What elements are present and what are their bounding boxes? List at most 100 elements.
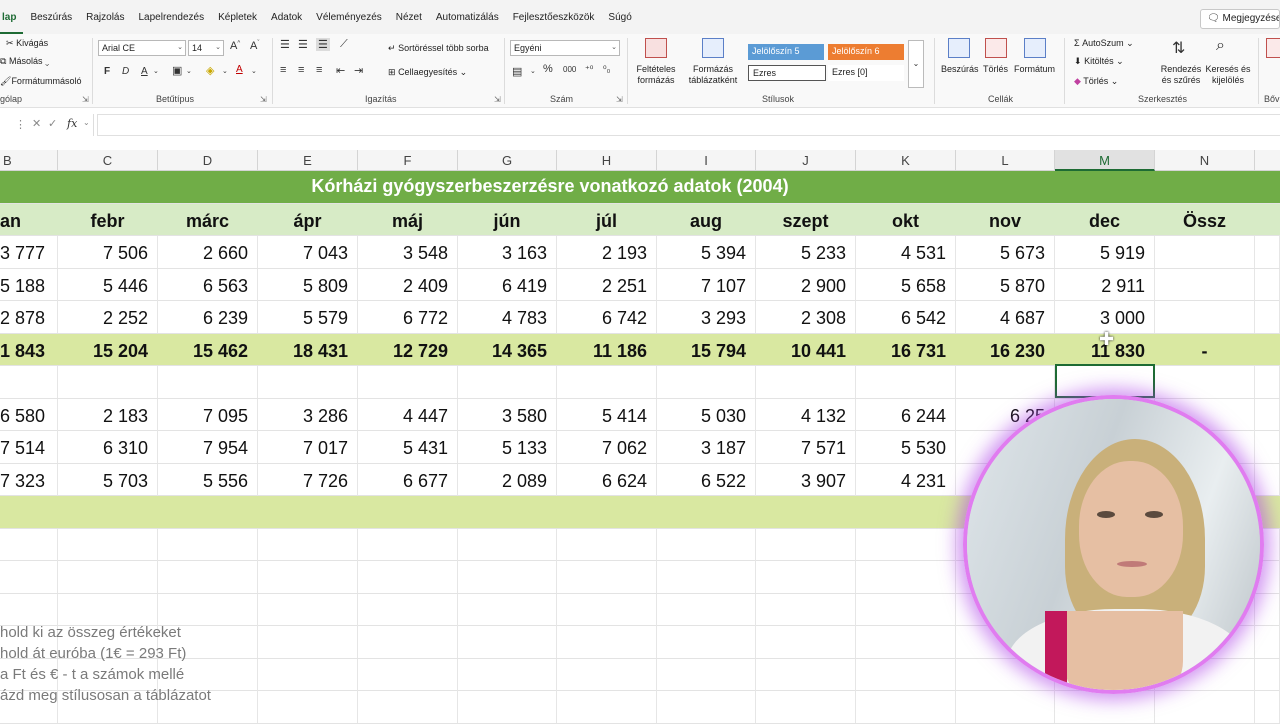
cell[interactable]	[956, 691, 1055, 723]
cell[interactable]	[657, 626, 756, 658]
data-cell[interactable]: 2 660	[158, 236, 258, 268]
align-center-icon[interactable]: ≡	[298, 64, 304, 76]
column-header-h[interactable]: H	[557, 150, 657, 171]
delete-cells-button[interactable]: Törlés	[983, 64, 1008, 74]
data-cell[interactable]: 2 911	[1055, 268, 1155, 301]
alignment-launcher-icon[interactable]: ⇲	[494, 95, 501, 104]
cell[interactable]	[1155, 236, 1255, 268]
align-bottom-icon[interactable]: ☰	[316, 38, 330, 51]
tab-automate[interactable]: Automatizálás	[429, 0, 506, 34]
chevron-down-icon[interactable]: ⌄	[186, 67, 192, 75]
chevron-down-icon[interactable]: ⌄	[222, 67, 228, 75]
data-cell[interactable]: 5 673	[956, 236, 1055, 268]
data-cell[interactable]: 5 431	[358, 431, 458, 463]
data-cell[interactable]: 3 187	[657, 431, 756, 463]
cell[interactable]	[1155, 268, 1255, 301]
styles-more-icon[interactable]: ⌄	[908, 40, 924, 88]
data-cell[interactable]: 7 506	[58, 236, 158, 268]
data-cell[interactable]: 2 183	[58, 398, 158, 431]
insert-cells-button[interactable]: Beszúrás	[941, 64, 979, 74]
sum-cell[interactable]: 14 365	[458, 334, 557, 366]
data-cell[interactable]: 3 293	[657, 301, 756, 333]
month-header-cell[interactable]: szept	[756, 204, 856, 236]
cell[interactable]	[458, 528, 557, 561]
cell-style-accent6[interactable]: Jelölőszín 6	[828, 44, 904, 60]
data-cell[interactable]: 5 809	[258, 268, 358, 301]
wrap-text-button[interactable]: ↵ Sortöréssel több sorba	[388, 43, 489, 54]
column-header-l[interactable]: L	[956, 150, 1055, 171]
data-cell[interactable]: 2 878	[0, 301, 58, 333]
cell[interactable]	[158, 561, 258, 593]
cell[interactable]	[0, 593, 58, 626]
cell[interactable]	[1055, 691, 1155, 723]
accounting-format-icon[interactable]: ▤	[512, 65, 522, 78]
chevron-down-icon[interactable]: ⌄	[530, 67, 536, 75]
data-cell[interactable]: 4 531	[856, 236, 956, 268]
cell[interactable]	[458, 593, 557, 626]
data-cell[interactable]: 7 954	[158, 431, 258, 463]
cell[interactable]	[856, 593, 956, 626]
search-icon[interactable]: ⌕	[1216, 37, 1225, 55]
column-header-m[interactable]: M	[1055, 150, 1155, 171]
data-cell[interactable]: 7 095	[158, 398, 258, 431]
cell[interactable]	[1255, 236, 1280, 268]
align-top-icon[interactable]: ☰	[280, 38, 290, 51]
tab-draw[interactable]: Rajzolás	[79, 0, 131, 34]
data-cell[interactable]: 3 907	[756, 463, 856, 496]
data-cell[interactable]: 3 580	[458, 398, 557, 431]
cell[interactable]	[657, 593, 756, 626]
sum-cell[interactable]: 18 431	[258, 334, 358, 366]
cell[interactable]	[756, 691, 856, 723]
format-cells-icon[interactable]	[1024, 38, 1046, 58]
data-cell[interactable]: 6 677	[358, 463, 458, 496]
data-cell[interactable]: 2 409	[358, 268, 458, 301]
data-cell[interactable]: 6 542	[856, 301, 956, 333]
cell[interactable]	[458, 366, 557, 398]
cell[interactable]	[0, 561, 58, 593]
cell[interactable]	[756, 626, 856, 658]
data-cell[interactable]: 4 231	[856, 463, 956, 496]
cell[interactable]	[756, 593, 856, 626]
cell[interactable]	[756, 561, 856, 593]
cell[interactable]	[557, 366, 657, 398]
data-cell[interactable]: 6 310	[58, 431, 158, 463]
cell[interactable]	[358, 366, 458, 398]
data-cell[interactable]: 5 870	[956, 268, 1055, 301]
task-note[interactable]: hold át euróba (1€ = 293 Ft)	[0, 645, 186, 662]
chevron-down-icon[interactable]: ⌄	[251, 67, 257, 75]
cell[interactable]	[856, 626, 956, 658]
cell[interactable]	[856, 691, 956, 723]
cell[interactable]	[557, 528, 657, 561]
column-header-g[interactable]: G	[458, 150, 557, 171]
data-cell[interactable]: 5 530	[856, 431, 956, 463]
data-cell[interactable]: 6 419	[458, 268, 557, 301]
font-color-icon[interactable]: A	[236, 64, 243, 75]
tab-formulas[interactable]: Képletek	[211, 0, 264, 34]
format-painter-button[interactable]: 🖌Formátummásoló	[0, 76, 81, 87]
sum-cell[interactable]: 1 843	[0, 334, 58, 366]
column-header-o[interactable]	[1255, 150, 1280, 171]
data-cell[interactable]: 6 522	[657, 463, 756, 496]
data-cell[interactable]: 2 193	[557, 236, 657, 268]
sum-cell[interactable]: 15 204	[58, 334, 158, 366]
percent-icon[interactable]: %	[543, 63, 553, 75]
cell[interactable]	[258, 658, 358, 691]
cell[interactable]	[1255, 334, 1280, 366]
sheet-title[interactable]: Kórházi gyógyszerbeszerzésre vonatkozó a…	[0, 171, 1100, 203]
sum-cell[interactable]: -	[1155, 334, 1255, 366]
cell[interactable]	[557, 626, 657, 658]
increase-decimal-icon[interactable]: ⁺⁰	[585, 64, 593, 75]
data-cell[interactable]: 5 414	[557, 398, 657, 431]
data-cell[interactable]: 6 563	[158, 268, 258, 301]
data-cell[interactable]: 2 252	[58, 301, 158, 333]
data-cell[interactable]: 5 658	[856, 268, 956, 301]
format-as-table-button[interactable]: Formázás táblázatként	[684, 64, 742, 86]
data-cell[interactable]: 7 017	[258, 431, 358, 463]
cell[interactable]	[158, 593, 258, 626]
font-size-combo[interactable]: 14 ⌄	[188, 40, 224, 56]
data-cell[interactable]: 2 308	[756, 301, 856, 333]
month-header-cell[interactable]: okt	[856, 204, 956, 236]
cell[interactable]	[856, 561, 956, 593]
cell[interactable]	[0, 528, 58, 561]
data-cell[interactable]: 3 548	[358, 236, 458, 268]
